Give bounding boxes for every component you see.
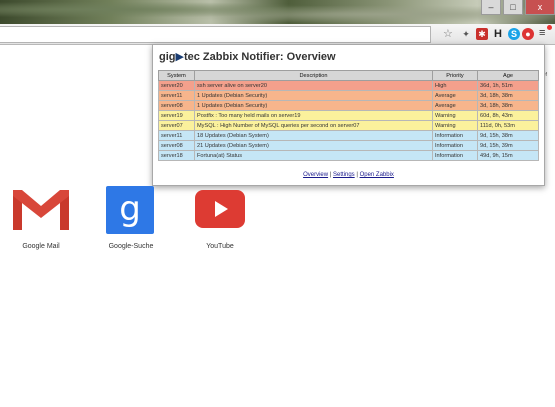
zabbix-icon[interactable]: ● <box>522 28 534 40</box>
menu-icon[interactable]: ≡ <box>539 27 545 39</box>
gigatec-logo-arrow-icon: ▶ <box>175 51 184 63</box>
open-zabbix-link[interactable]: Open Zabbix <box>360 172 394 178</box>
cell-priority: Average <box>432 90 478 101</box>
table-row[interactable]: server18 Fortuna(at) Status Information 49d… <box>158 150 539 161</box>
table-row[interactable]: server19 Postfix : Too many held mails on… <box>158 110 539 121</box>
cell-priority: Warning <box>432 110 478 121</box>
column-header-description[interactable]: Description <box>194 70 433 81</box>
google-search-icon: g <box>106 186 154 234</box>
cell-age: 111d, 0h, 53m <box>477 120 539 131</box>
cell-system: server18 <box>158 150 195 161</box>
play-icon <box>215 201 228 217</box>
skype-icon[interactable]: S <box>508 28 520 40</box>
cell-system: server19 <box>158 110 195 121</box>
cell-description: Postfix : Too many held mails on server1… <box>194 110 433 121</box>
browser-toolbar: ☆ ✦ ✱ H S ● ≡ <box>0 24 555 45</box>
title-rest: tec Zabbix Notifier: Overview <box>183 51 336 63</box>
column-header-age[interactable]: Age <box>477 70 539 81</box>
puzzle-icon[interactable]: ✦ <box>460 28 472 40</box>
cell-system: server11 <box>158 90 195 101</box>
table-row[interactable]: server07 MySQL : High Number of MySQL que… <box>158 120 539 131</box>
cell-priority: Information <box>432 140 478 151</box>
minimize-button[interactable]: – <box>481 0 501 15</box>
star-icon[interactable]: ☆ <box>443 27 453 40</box>
maximize-button[interactable]: □ <box>503 0 523 15</box>
cell-system: server08 <box>158 100 195 111</box>
app-label: Google Mail <box>22 243 60 250</box>
cell-age: 3d, 18h, 38m <box>477 90 539 101</box>
title-prefix: gig <box>159 51 176 63</box>
cell-description: MySQL : High Number of MySQL queries per… <box>194 120 433 131</box>
cell-age: 49d, 9h, 15m <box>477 150 539 161</box>
column-header-priority[interactable]: Priority <box>432 70 478 81</box>
overview-link[interactable]: Overview <box>303 172 328 178</box>
close-button[interactable]: x <box>525 0 555 15</box>
lastpass-icon[interactable]: ✱ <box>476 28 488 40</box>
cell-description: ssh server alive on server20 <box>194 80 433 91</box>
table-row[interactable]: server11 1 Updates (Debian Security) Avera… <box>158 90 539 101</box>
cell-description: 18 Updates (Debian System) <box>194 130 433 141</box>
table-header-row: System Description Priority Age <box>158 70 539 81</box>
cell-age: 9d, 15h, 39m <box>477 140 539 151</box>
browser-theme-background: – □ x <box>0 0 555 24</box>
column-header-system[interactable]: System <box>158 70 195 81</box>
youtube-icon <box>195 190 245 228</box>
settings-link[interactable]: Settings <box>333 172 355 178</box>
cell-system: server20 <box>158 80 195 91</box>
notification-badge <box>547 25 552 30</box>
address-bar[interactable] <box>0 26 431 43</box>
window-controls: – □ x <box>479 0 555 16</box>
cell-priority: High <box>432 80 478 91</box>
table-body: server20 ssh server alive on server20 High… <box>158 80 539 161</box>
app-label: YouTube <box>206 243 234 250</box>
gmail-icon <box>13 188 69 230</box>
cell-description: 21 Updates (Debian System) <box>194 140 433 151</box>
cell-system: server07 <box>158 120 195 131</box>
cell-priority: Warning <box>432 120 478 131</box>
app-label: Google-Suche <box>108 243 154 250</box>
popup-title: gig▶tec Zabbix Notifier: Overview <box>159 50 336 63</box>
table-row[interactable]: server08 1 Updates (Debian Security) Avera… <box>158 100 539 111</box>
cell-priority: Information <box>432 130 478 141</box>
zabbix-notifier-popup: gig▶tec Zabbix Notifier: Overview System… <box>152 44 545 186</box>
table-row[interactable]: server11 18 Updates (Debian System) Inform… <box>158 130 539 141</box>
cell-description: 1 Updates (Debian Security) <box>194 90 433 101</box>
problems-table: System Description Priority Age server20… <box>158 70 539 161</box>
cell-priority: Information <box>432 150 478 161</box>
popup-footer-links: Overview | Settings | Open Zabbix <box>153 172 544 178</box>
table-row[interactable]: server08 21 Updates (Debian System) Inform… <box>158 140 539 151</box>
cell-priority: Average <box>432 100 478 111</box>
cell-description: Fortuna(at) Status <box>194 150 433 161</box>
cell-age: 3d, 18h, 38m <box>477 100 539 111</box>
table-row[interactable]: server20 ssh server alive on server20 High… <box>158 80 539 91</box>
cell-description: 1 Updates (Debian Security) <box>194 100 433 111</box>
h-icon[interactable]: H <box>492 28 504 40</box>
cell-system: server11 <box>158 130 195 141</box>
cell-age: 36d, 1h, 51m <box>477 80 539 91</box>
cell-age: 60d, 8h, 43m <box>477 110 539 121</box>
cell-system: server08 <box>158 140 195 151</box>
cell-age: 9d, 15h, 38m <box>477 130 539 141</box>
